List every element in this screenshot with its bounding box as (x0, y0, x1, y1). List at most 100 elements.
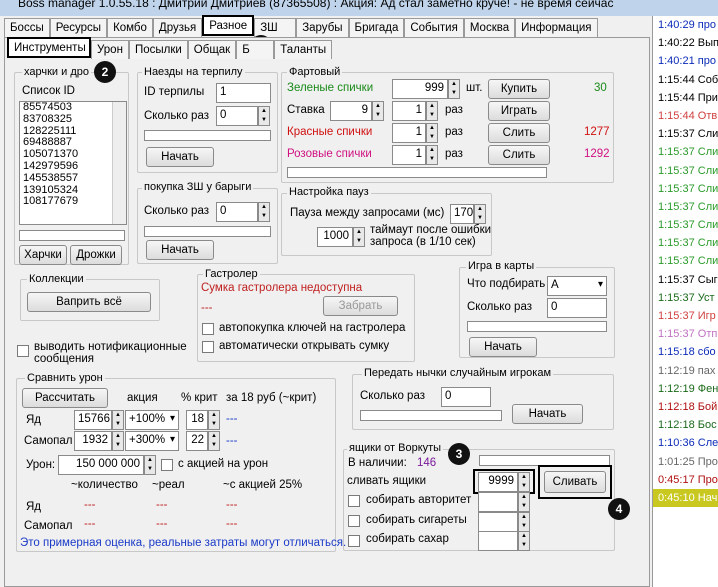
cards-pick-select[interactable]: А (547, 276, 607, 296)
tab-friends[interactable]: Друзья (152, 18, 203, 37)
raid-id-label: ID терпилы (144, 86, 205, 98)
samopal-spinner[interactable]: ▲ ▼ (112, 431, 124, 451)
yad-input[interactable]: 15766 (74, 410, 112, 430)
auth-checkbox[interactable] (348, 495, 360, 507)
bet-spinner[interactable]: ▲ ▼ (372, 101, 384, 121)
charki-button[interactable]: Харчки (19, 245, 67, 265)
tab-bosses[interactable]: Боссы (4, 18, 50, 37)
promo25-header: ~с акцией 25% (223, 479, 303, 491)
raid-id-input[interactable]: 1 (216, 83, 271, 103)
timeout-label-1: таймаут после ошибки (370, 224, 492, 236)
yad-spinner[interactable]: ▲ ▼ (112, 410, 124, 430)
sugar-input[interactable] (478, 531, 518, 551)
log-panel[interactable]: 1:40:29 про 1:40:22 Вып 1:40:21 про 1:15:44… (652, 16, 718, 587)
yad-promo-select[interactable]: +100% (125, 410, 179, 430)
zsh-count-spinner[interactable]: ▲ ▼ (258, 202, 270, 222)
lucky-progress (287, 167, 547, 178)
cig-input[interactable] (478, 512, 518, 532)
auth-input[interactable] (478, 492, 518, 512)
tab-moscow[interactable]: Москва (463, 18, 516, 37)
green-matches-spinner[interactable]: ▲ ▼ (448, 79, 460, 99)
list-item[interactable]: 83708325 (20, 113, 126, 126)
tab-damage[interactable]: Урон (91, 40, 129, 59)
merge-red-button[interactable]: Слить (488, 123, 550, 143)
timeout-spinner[interactable]: ▲ ▼ (353, 227, 365, 247)
tab-resources[interactable]: Ресурсы (49, 18, 108, 37)
zsh-start-button[interactable]: Начать (146, 240, 214, 260)
samopal-promo25: --- (226, 518, 238, 530)
play-button[interactable]: Играть (488, 101, 550, 121)
auto-keys-label: автопокупка ключей на гастролера (219, 322, 406, 334)
tab-talents[interactable]: Таланты (274, 40, 333, 59)
samopal-cost: --- (226, 435, 238, 447)
log-row: 1:15:37 Сли (658, 128, 718, 141)
list-item[interactable]: 108177679 (20, 196, 126, 208)
yad-crit-spinner[interactable]: ▲ ▼ (208, 410, 220, 430)
drozhki-button[interactable]: Дрожки (70, 245, 122, 265)
id-list[interactable]: 85574503 83708325 128225111 69488887 105… (19, 101, 127, 225)
tab-combo[interactable]: Комбо (107, 18, 153, 37)
raid-count-input[interactable]: 0 (216, 106, 258, 126)
red-times-spinner[interactable]: ▲ ▼ (426, 123, 438, 143)
sugar-checkbox[interactable] (348, 535, 360, 547)
pick-up-button[interactable]: Забрать (323, 296, 398, 316)
auth-spinner[interactable]: ▲ ▼ (518, 492, 530, 512)
main-tabs: Боссы Ресурсы Комбо Друзья Разное ЗШ Зар… (4, 15, 598, 37)
raid-count-spinner[interactable]: ▲ ▼ (258, 106, 270, 126)
list-id-label: Список ID (22, 85, 75, 97)
list-item[interactable]: 142979596 (20, 160, 126, 173)
tab-b[interactable]: Б (236, 40, 275, 59)
notify-checkbox[interactable] (17, 345, 29, 357)
tab-obshak[interactable]: Общак (187, 40, 237, 59)
auto-bag-checkbox[interactable] (202, 341, 214, 353)
tab-events[interactable]: События (404, 18, 464, 37)
sugar-spinner[interactable]: ▲ ▼ (518, 531, 530, 551)
zsh-count-input[interactable]: 0 (216, 202, 258, 222)
pink-times-input[interactable]: 1 (392, 145, 426, 165)
merge-pink-button[interactable]: Слить (488, 145, 550, 165)
log-row: 1:15:44 При (658, 91, 718, 104)
cig-label: собирать сигареты (366, 514, 467, 526)
gift-start-button[interactable]: Начать (512, 404, 583, 424)
pause-between-input[interactable]: 170 (450, 204, 474, 224)
red-times-input[interactable]: 1 (392, 123, 426, 143)
samopal-crit-input[interactable]: 22 (186, 431, 208, 451)
bet-times-spinner[interactable]: ▲ ▼ (426, 101, 438, 121)
tab-parcels[interactable]: Посылки (128, 40, 188, 59)
pink-times-spinner[interactable]: ▲ ▼ (426, 145, 438, 165)
list-item[interactable]: 145538557 (20, 172, 126, 185)
merge-boxes-label: сливать ящики (347, 475, 427, 487)
green-matches-input[interactable]: 999 (392, 79, 448, 99)
tab-misc[interactable]: Разное (202, 15, 255, 36)
charki-title: харчки и дро (22, 66, 91, 78)
cig-checkbox[interactable] (348, 515, 360, 527)
uron-input[interactable]: 150 000 000 (58, 455, 144, 475)
log-row: 1:15:37 Сли (658, 219, 718, 232)
calc-button[interactable]: Рассчитать (22, 388, 108, 408)
tab-brigade[interactable]: Бригада (348, 18, 405, 37)
samopal-crit-spinner[interactable]: ▲ ▼ (208, 431, 220, 451)
bet-times-input[interactable]: 1 (392, 101, 426, 121)
samopal-input[interactable]: 1932 (74, 431, 112, 451)
tab-tools[interactable]: Инструменты (7, 37, 91, 58)
cards-count-input[interactable]: 0 (547, 298, 607, 318)
list-scrollbar[interactable] (112, 102, 126, 224)
buy-button[interactable]: Купить (488, 79, 550, 99)
uron-spinner[interactable]: ▲ ▼ (144, 455, 156, 475)
cards-progress (467, 321, 607, 332)
bet-input[interactable]: 9 (330, 101, 372, 121)
gift-count-input[interactable]: 0 (441, 387, 491, 407)
with-promo-checkbox[interactable] (161, 459, 173, 471)
red-matches-label: Красные спички (287, 126, 373, 138)
pause-between-spinner[interactable]: ▲ ▼ (474, 204, 486, 224)
tab-info[interactable]: Информация (515, 18, 598, 37)
auto-keys-checkbox[interactable] (202, 323, 214, 335)
cig-spinner[interactable]: ▲ ▼ (518, 512, 530, 532)
tab-fights[interactable]: Зарубы (296, 18, 349, 37)
samopal-promo-select[interactable]: +300% (125, 431, 179, 451)
raid-start-button[interactable]: Начать (146, 147, 214, 167)
cards-start-button[interactable]: Начать (469, 337, 537, 357)
timeout-input[interactable]: 1000 (317, 227, 353, 247)
yad-crit-input[interactable]: 18 (186, 410, 208, 430)
collect-all-button[interactable]: Ваприть всё (27, 292, 151, 312)
